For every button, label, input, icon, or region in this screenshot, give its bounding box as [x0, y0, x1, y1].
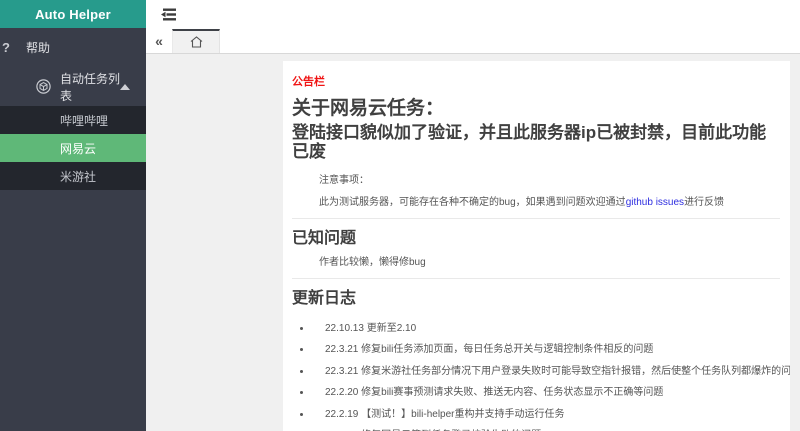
main-area: « 公告栏 关于网易云任务： 登陆接口貌似加了验证，并且此服务器ip已被封禁，目… [146, 0, 800, 431]
sidebar-item-bilibili[interactable]: 哔哩哔哩 [0, 106, 146, 134]
top-navbar [146, 0, 800, 29]
changelog-item: 22.3.21 修复bili任务添加页面，每日任务总开关与逻辑控制条件相反的问题 [312, 344, 780, 355]
changelog-item: 22.3.21 修复米游社任务部分情况下用户登录失败时可能导致空指针报错，然后使… [312, 366, 790, 377]
tab-scroll-left-button[interactable]: « [146, 29, 172, 53]
changelog-item: 22.2.20 修复bili赛事预测请求失败、推送无内容、任务状态显示不正确等问… [312, 387, 780, 398]
note-text-post: 进行反馈 [684, 196, 725, 208]
app-window: Auto Helper ? 帮助 自动任务列表 哔哩哔哩 网易云 米游社 « 公… [0, 0, 800, 431]
app-logo: Auto Helper [0, 0, 146, 28]
changelog-item: 22.2.19 【测试！】bili-helper重构并支持手动运行任务 [312, 409, 780, 420]
sidebar-item-label: 哔哩哔哩 [60, 113, 109, 128]
note-text-pre: 此为测试服务器，可能存在各种不确定的bug，如果遇到问题欢迎通过 [319, 196, 626, 208]
sidebar-submenu: 哔哩哔哩 网易云 米游社 [0, 106, 146, 190]
page-subtitle: 登陆接口貌似加了验证，并且此服务器ip已被封禁，目前此功能已废 [292, 122, 767, 162]
sidebar-item-label: 自动任务列表 [60, 71, 121, 103]
github-issues-link[interactable]: github issues [626, 197, 684, 208]
home-icon [190, 36, 202, 48]
sidebar-item-label: 网易云 [60, 141, 97, 156]
sidebar-item-auto-task-list[interactable]: 自动任务列表 [0, 67, 146, 106]
note-title: 注意事项： [319, 174, 369, 186]
double-chevron-left-icon: « [155, 33, 163, 49]
sidebar-item-miyoushe[interactable]: 米游社 [0, 162, 146, 190]
sidebar-item-netease-cloud[interactable]: 网易云 [0, 134, 146, 162]
tab-bar: « [146, 29, 800, 54]
section-divider [292, 277, 780, 279]
changelog-item: 22.10.13 更新至2.10 [312, 323, 780, 334]
announcement-card: 公告栏 关于网易云任务： 登陆接口貌似加了验证，并且此服务器ip已被封禁，目前此… [283, 61, 790, 431]
cube-icon [36, 79, 60, 94]
collapse-menu-icon [161, 8, 176, 21]
chevron-up-icon [120, 83, 130, 90]
sidebar-item-label: 帮助 [26, 41, 51, 55]
known-issues-body: 作者比较懒，懒得修bug [319, 256, 426, 268]
changelog-list: 22.10.13 更新至2.10 22.3.21 修复bili任务添加页面，每日… [292, 323, 790, 431]
tab-home[interactable] [172, 29, 220, 53]
workspace: 公告栏 关于网易云任务： 登陆接口貌似加了验证，并且此服务器ip已被封禁，目前此… [146, 54, 800, 431]
known-issues-title: 已知问题 [292, 229, 357, 247]
sidebar-collapse-button[interactable] [160, 7, 177, 22]
sidebar-item-label: 米游社 [60, 169, 97, 184]
changelog-title: 更新日志 [292, 289, 357, 307]
page-title: 关于网易云任务： [292, 98, 445, 119]
sidebar: Auto Helper ? 帮助 自动任务列表 哔哩哔哩 网易云 米游社 [0, 0, 146, 431]
sidebar-item-help[interactable]: ? 帮助 [0, 28, 146, 67]
notice-board-label: 公告栏 [292, 76, 325, 88]
note-paragraph: 此为测试服务器，可能存在各种不确定的bug，如果遇到问题欢迎通过github i… [319, 197, 780, 208]
section-divider [292, 217, 780, 219]
question-icon: ? [2, 40, 10, 55]
